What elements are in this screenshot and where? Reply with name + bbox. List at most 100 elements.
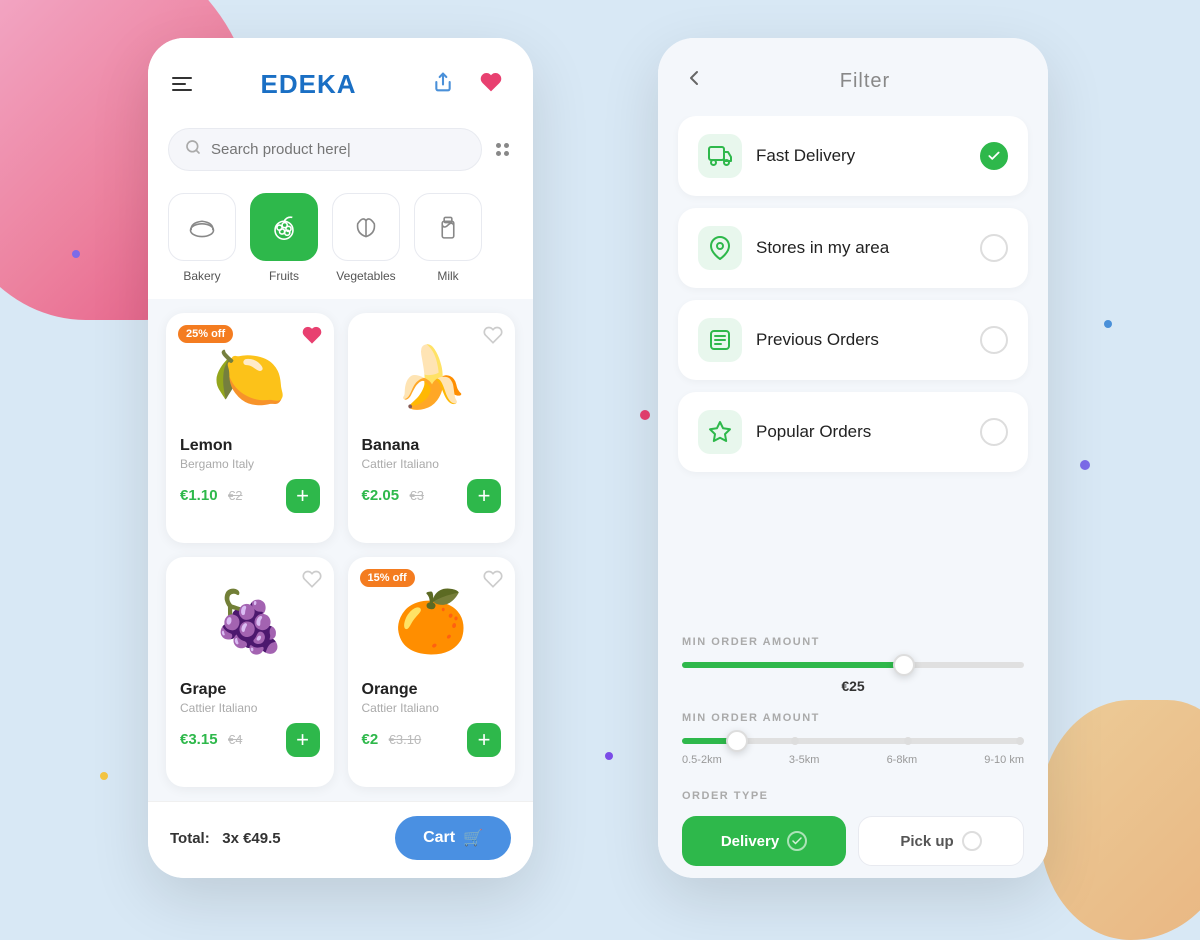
- dot-decoration: [1104, 320, 1112, 328]
- fruits-icon-box: [250, 193, 318, 261]
- delivery-check-icon: [787, 831, 807, 851]
- min-order-section: MIN ORDER AMOUNT €25: [658, 620, 1048, 702]
- dot-decoration: [1080, 460, 1090, 470]
- price-current-grape: €3.15: [180, 731, 218, 748]
- popular-orders-checkbox[interactable]: [980, 418, 1008, 446]
- right-phone: Filter Fast Delivery: [658, 38, 1048, 878]
- cart-bar: Total: 3x €49.5 Cart 🛒: [148, 801, 533, 878]
- product-origin-banana: Cattier Italiano: [362, 457, 502, 471]
- min-order-slider-track[interactable]: [682, 662, 1024, 668]
- price-section-orange: €2 €3.10: [362, 731, 422, 749]
- filter-option-popular[interactable]: Popular Orders: [678, 392, 1028, 472]
- price-section-grape: €3.15 €4: [180, 731, 242, 749]
- product-image-banana: 🍌: [362, 327, 502, 427]
- stores-icon: [698, 226, 742, 270]
- add-to-cart-orange[interactable]: +: [467, 723, 501, 757]
- wishlist-button[interactable]: [473, 66, 509, 102]
- add-to-cart-lemon[interactable]: +: [286, 479, 320, 513]
- previous-orders-icon: [698, 318, 742, 362]
- heart-icon: [480, 71, 502, 98]
- cart-total: Total: 3x €49.5: [170, 830, 281, 847]
- fruits-label: Fruits: [269, 269, 299, 283]
- fast-delivery-icon: [698, 134, 742, 178]
- favorite-btn-lemon[interactable]: [302, 325, 322, 350]
- popular-orders-icon: [698, 410, 742, 454]
- cart-button[interactable]: Cart 🛒: [395, 816, 511, 860]
- category-bakery[interactable]: Bakery: [168, 193, 236, 283]
- price-section-lemon: €1.10 €2: [180, 487, 242, 505]
- pickup-button[interactable]: Pick up: [858, 816, 1024, 866]
- price-current-banana: €2.05: [362, 487, 400, 504]
- filter-option-fast-delivery[interactable]: Fast Delivery: [678, 116, 1028, 196]
- order-type-section: ORDER TYPE Delivery Pick up: [658, 776, 1048, 878]
- distance-label-1: 3-5km: [789, 754, 820, 766]
- stores-checkbox[interactable]: [980, 234, 1008, 262]
- product-price-row-grape: €3.15 €4 +: [180, 723, 320, 757]
- bakery-label: Bakery: [183, 269, 220, 283]
- app-logo: EDEKA: [260, 69, 356, 100]
- product-card-orange: 15% off 🍊 Orange Cattier Italiano €2 €3.…: [348, 557, 516, 787]
- add-to-cart-grape[interactable]: +: [286, 723, 320, 757]
- order-type-label: ORDER TYPE: [682, 790, 1024, 802]
- category-fruits[interactable]: Fruits: [250, 193, 318, 283]
- favorite-btn-banana[interactable]: [483, 325, 503, 350]
- category-milk[interactable]: Milk: [414, 193, 482, 283]
- filter-option-previous[interactable]: Previous Orders: [678, 300, 1028, 380]
- product-name-banana: Banana: [362, 437, 502, 455]
- product-card-lemon: 25% off 🍋 Lemon Bergamo Italy €1.10 €2 +: [166, 313, 334, 543]
- distance-labels: 0.5-2km 3-5km 6-8km 9-10 km: [682, 754, 1024, 766]
- product-origin-orange: Cattier Italiano: [362, 701, 502, 715]
- search-input[interactable]: [211, 141, 465, 158]
- price-current-orange: €2: [362, 731, 379, 748]
- product-name-orange: Orange: [362, 681, 502, 699]
- favorite-btn-grape[interactable]: [302, 569, 322, 594]
- back-button[interactable]: [682, 66, 706, 96]
- product-card-grape: 🍇 Grape Cattier Italiano €3.15 €4 +: [166, 557, 334, 787]
- min-order-slider-thumb[interactable]: [893, 654, 915, 676]
- price-old-orange: €3.10: [389, 732, 422, 747]
- products-grid: 25% off 🍋 Lemon Bergamo Italy €1.10 €2 +: [148, 299, 533, 801]
- search-bar[interactable]: [168, 128, 482, 171]
- filter-title: Filter: [706, 70, 1024, 93]
- share-button[interactable]: [425, 66, 461, 102]
- distance-tick-2: [904, 737, 912, 745]
- price-current-lemon: €1.10: [180, 487, 218, 504]
- product-card-banana: 🍌 Banana Cattier Italiano €2.05 €3 +: [348, 313, 516, 543]
- distance-tick-1: [791, 737, 799, 745]
- cart-amount: €49.5: [243, 830, 281, 847]
- discount-badge-lemon: 25% off: [178, 325, 233, 343]
- product-price-row-orange: €2 €3.10 +: [362, 723, 502, 757]
- price-section-banana: €2.05 €3: [362, 487, 424, 505]
- distance-label-0: 0.5-2km: [682, 754, 722, 766]
- dot-decoration: [605, 752, 613, 760]
- cart-label: Cart: [423, 829, 455, 847]
- min-order-value: €25: [682, 678, 1024, 694]
- popular-orders-label: Popular Orders: [756, 422, 966, 442]
- product-name-lemon: Lemon: [180, 437, 320, 455]
- dot-decoration: [100, 772, 108, 780]
- min-order-label: MIN ORDER AMOUNT: [682, 636, 1024, 648]
- vegetables-label: Vegetables: [336, 269, 395, 283]
- distance-slider-track[interactable]: [682, 738, 1024, 744]
- categories-row: Bakery Fruits: [148, 185, 533, 299]
- distance-tick-3: [1016, 737, 1024, 745]
- right-header: Filter: [658, 38, 1048, 116]
- filter-option-stores[interactable]: Stores in my area: [678, 208, 1028, 288]
- menu-button[interactable]: [172, 77, 192, 91]
- fast-delivery-checkbox[interactable]: [980, 142, 1008, 170]
- favorite-btn-orange[interactable]: [483, 569, 503, 594]
- distance-slider-thumb[interactable]: [726, 730, 748, 752]
- product-origin-grape: Cattier Italiano: [180, 701, 320, 715]
- search-container: [148, 118, 533, 185]
- previous-orders-checkbox[interactable]: [980, 326, 1008, 354]
- category-vegetables[interactable]: Vegetables: [332, 193, 400, 283]
- cart-icon: 🛒: [463, 828, 483, 848]
- search-icon: [185, 139, 201, 160]
- delivery-button[interactable]: Delivery: [682, 816, 846, 866]
- product-origin-lemon: Bergamo Italy: [180, 457, 320, 471]
- pickup-label: Pick up: [900, 833, 953, 850]
- product-image-grape: 🍇: [180, 571, 320, 671]
- filter-options-button[interactable]: [492, 139, 513, 160]
- add-to-cart-banana[interactable]: +: [467, 479, 501, 513]
- order-type-row: Delivery Pick up: [682, 816, 1024, 866]
